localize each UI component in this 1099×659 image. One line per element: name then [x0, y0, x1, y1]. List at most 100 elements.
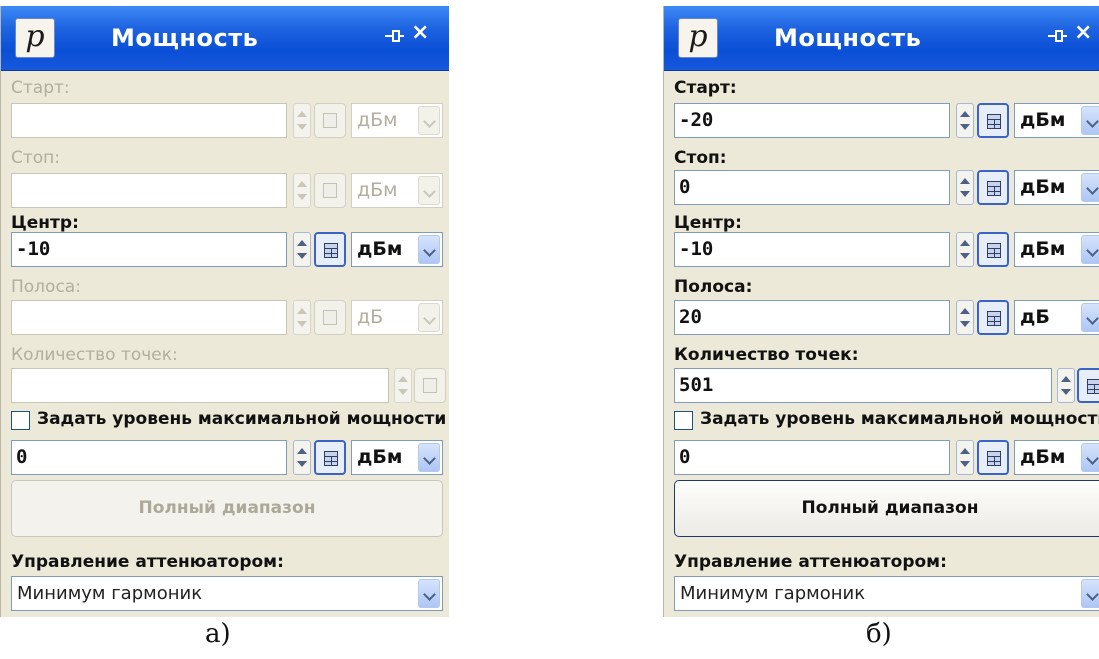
dropdown-arrow-icon[interactable]	[418, 443, 440, 472]
full-range-button[interactable]: Полный диапазон	[674, 480, 1099, 537]
stop-unit-value: дБм	[1020, 176, 1066, 198]
center-spin-icon[interactable]	[293, 232, 311, 267]
start-unit-value: дБм	[357, 109, 398, 131]
points-calculator-icon[interactable]	[414, 368, 446, 403]
span-unit-value: дБ	[357, 306, 384, 328]
attenuator-value: Минимум гармоник	[17, 583, 203, 604]
attenuator-select[interactable]: Минимум гармоник	[674, 576, 1099, 611]
span-unit-select[interactable]: дБ	[1014, 300, 1099, 335]
start-label: Старт:	[11, 78, 70, 98]
center-label: Центр:	[11, 213, 79, 233]
center-unit-select[interactable]: дБм	[1014, 232, 1099, 267]
span-label: Полоса:	[11, 277, 81, 297]
max-power-spin-icon[interactable]	[956, 440, 974, 475]
span-unit-value: дБ	[1020, 306, 1050, 328]
close-icon[interactable]: ×	[411, 20, 429, 45]
center-input[interactable]: -10	[11, 232, 287, 267]
start-input[interactable]: -20	[674, 103, 950, 138]
span-spin-icon[interactable]	[293, 300, 311, 335]
title-bar[interactable]: p Мощность ×	[1, 6, 449, 71]
center-spin-icon[interactable]	[956, 232, 974, 267]
stop-unit-value: дБм	[357, 179, 398, 201]
caption-b: б)	[866, 619, 892, 649]
close-icon[interactable]: ×	[1074, 20, 1092, 45]
full-range-button[interactable]: Полный диапазон	[11, 480, 443, 537]
points-label: Количество точек:	[674, 345, 859, 365]
stop-label: Стоп:	[11, 148, 61, 168]
stop-calculator-icon[interactable]	[977, 170, 1009, 205]
attenuator-select[interactable]: Минимум гармоник	[11, 576, 443, 611]
stop-unit-select[interactable]: дБм	[1014, 170, 1099, 205]
span-calculator-icon[interactable]	[977, 300, 1009, 335]
pin-icon[interactable]	[383, 28, 405, 44]
dropdown-arrow-icon[interactable]	[1081, 235, 1099, 264]
max-power-unit-value: дБм	[1020, 446, 1066, 468]
max-power-unit-select[interactable]: дБм	[1014, 440, 1099, 475]
start-unit-value: дБм	[1020, 109, 1066, 131]
center-calculator-icon[interactable]	[314, 232, 346, 267]
app-logo: p	[15, 18, 55, 58]
span-unit-select[interactable]: дБ	[351, 300, 443, 335]
max-power-calculator-icon[interactable]	[977, 440, 1009, 475]
stop-spin-icon[interactable]	[293, 173, 311, 208]
start-label: Старт:	[674, 78, 737, 98]
start-input[interactable]	[11, 103, 287, 138]
span-label: Полоса:	[674, 277, 753, 297]
start-unit-select[interactable]: дБм	[1014, 103, 1099, 138]
max-power-checkbox[interactable]	[674, 411, 693, 430]
start-spin-icon[interactable]	[956, 103, 974, 138]
center-calculator-icon[interactable]	[977, 232, 1009, 267]
center-unit-select[interactable]: дБм	[351, 232, 443, 267]
max-power-unit-select[interactable]: дБм	[351, 440, 443, 475]
pin-icon[interactable]	[1046, 28, 1068, 44]
points-calculator-icon[interactable]	[1077, 368, 1099, 403]
title-bar[interactable]: p Мощность ×	[664, 6, 1099, 71]
points-spin-icon[interactable]	[1057, 368, 1075, 403]
max-power-checkbox[interactable]	[11, 411, 30, 430]
center-unit-value: дБм	[1020, 238, 1066, 260]
points-spin-icon[interactable]	[394, 368, 412, 403]
max-power-checkbox-label[interactable]: Задать уровень максимальной мощности	[37, 409, 446, 429]
max-power-checkbox-label[interactable]: Задать уровень максимальной мощности	[700, 409, 1099, 429]
start-unit-select[interactable]: дБм	[351, 103, 443, 138]
start-calculator-icon[interactable]	[314, 103, 346, 138]
center-input[interactable]: -10	[674, 232, 950, 267]
dropdown-arrow-icon[interactable]	[418, 106, 440, 135]
dropdown-arrow-icon[interactable]	[418, 176, 440, 205]
center-label: Центр:	[674, 213, 742, 233]
points-input[interactable]: 501	[674, 368, 1052, 403]
span-input[interactable]	[11, 300, 287, 335]
panel-title: Мощность	[774, 24, 922, 52]
dropdown-arrow-icon[interactable]	[1081, 303, 1099, 332]
dropdown-arrow-icon[interactable]	[1081, 173, 1099, 202]
dropdown-arrow-icon[interactable]	[418, 579, 440, 608]
stop-spin-icon[interactable]	[956, 170, 974, 205]
power-panel-b: p Мощность × Старт: -20 дБм Стоп: 0 дБм …	[663, 6, 1099, 617]
attenuator-label: Управление аттенюатором:	[674, 552, 947, 572]
app-logo: p	[678, 18, 718, 58]
attenuator-value: Минимум гармоник	[680, 583, 866, 604]
start-spin-icon[interactable]	[293, 103, 311, 138]
span-input[interactable]: 20	[674, 300, 950, 335]
attenuator-label: Управление аттенюатором:	[11, 552, 284, 572]
dropdown-arrow-icon[interactable]	[1081, 579, 1099, 608]
stop-label: Стоп:	[674, 148, 727, 168]
max-power-input[interactable]: 0	[11, 440, 287, 475]
dropdown-arrow-icon[interactable]	[1081, 106, 1099, 135]
stop-unit-select[interactable]: дБм	[351, 173, 443, 208]
points-input[interactable]	[11, 368, 389, 403]
max-power-input[interactable]: 0	[674, 440, 950, 475]
dropdown-arrow-icon[interactable]	[1081, 443, 1099, 472]
dropdown-arrow-icon[interactable]	[418, 303, 440, 332]
stop-calculator-icon[interactable]	[314, 173, 346, 208]
stop-input[interactable]: 0	[674, 170, 950, 205]
span-calculator-icon[interactable]	[314, 300, 346, 335]
center-unit-value: дБм	[357, 238, 403, 260]
power-panel-a: p Мощность × Старт: дБм Стоп: дБм Центр:…	[0, 6, 449, 617]
max-power-calculator-icon[interactable]	[314, 440, 346, 475]
dropdown-arrow-icon[interactable]	[418, 235, 440, 264]
start-calculator-icon[interactable]	[977, 103, 1009, 138]
max-power-spin-icon[interactable]	[293, 440, 311, 475]
stop-input[interactable]	[11, 173, 287, 208]
span-spin-icon[interactable]	[956, 300, 974, 335]
